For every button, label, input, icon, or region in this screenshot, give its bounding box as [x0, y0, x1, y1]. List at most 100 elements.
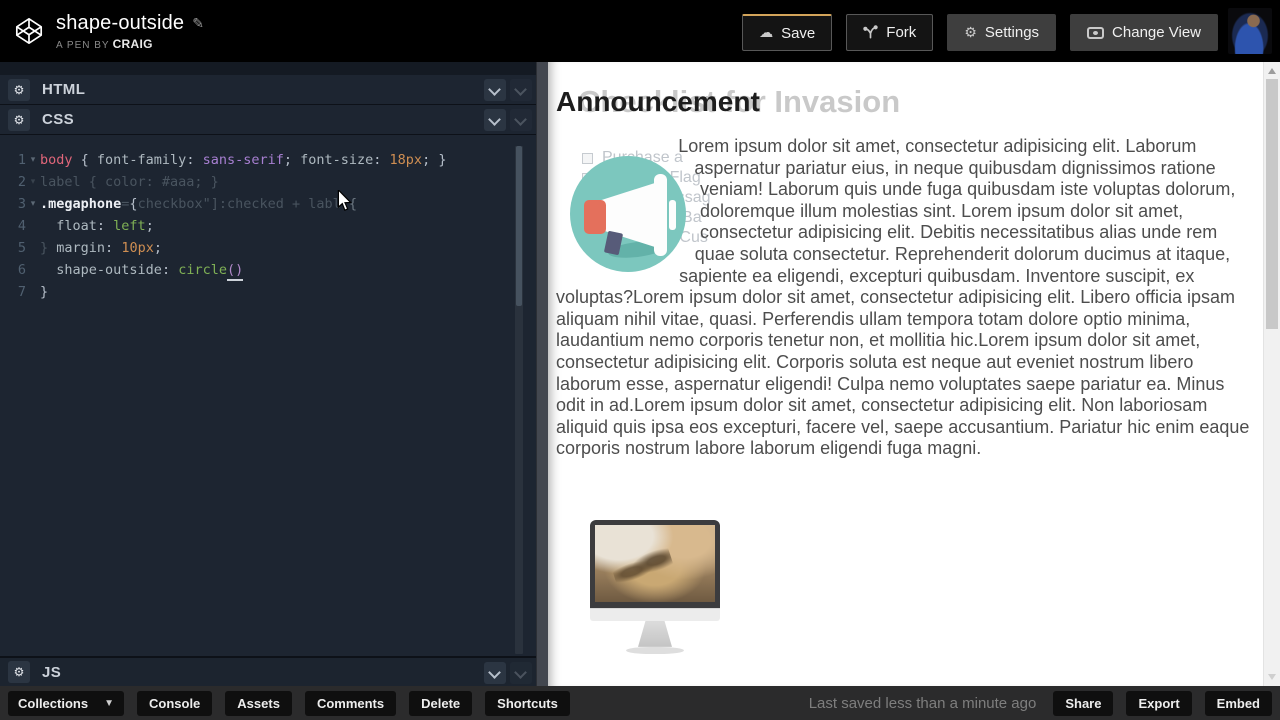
wheat-field-photo — [595, 524, 715, 602]
fold-arrow-icon[interactable]: ▾ — [26, 171, 40, 193]
preview-panel: Checklist for Invasion Announcement Purc… — [548, 62, 1280, 686]
code-token: = — [121, 196, 130, 212]
code-line[interactable]: 7} — [0, 281, 536, 303]
author-link[interactable]: Craig — [113, 37, 153, 51]
css-section-label: CSS — [42, 111, 75, 128]
last-saved-status: Last saved less than a minute ago — [808, 694, 1037, 712]
export-button[interactable]: Export — [1126, 690, 1192, 716]
fold-arrow-icon — [26, 281, 40, 303]
html-collapse-chevron-icon-faint[interactable] — [510, 79, 532, 101]
line-number: 7 — [17, 284, 26, 300]
html-collapse-chevron-icon[interactable] — [484, 79, 506, 101]
code-token: () — [226, 259, 244, 281]
editor-scrollbar-thumb[interactable] — [516, 146, 522, 306]
css-collapse-chevron-icon-faint[interactable] — [510, 109, 532, 131]
codepen-logo-icon[interactable] — [14, 16, 44, 46]
preview-heading: Announcement — [556, 86, 760, 117]
code-token: ; — [145, 218, 154, 234]
code-token: shape-outside — [56, 262, 162, 278]
html-section-label: HTML — [42, 81, 86, 98]
code-token: : — [161, 262, 179, 278]
code-token: : — [373, 152, 390, 168]
code-token: ; — [283, 152, 301, 168]
line-number: 4 — [17, 218, 26, 234]
code-token: : — [96, 218, 114, 234]
html-section-header[interactable]: ⚙ HTML — [0, 75, 536, 105]
delete-button[interactable]: Delete — [409, 690, 473, 716]
fold-arrow-icon — [26, 215, 40, 237]
change-view-button[interactable]: Change View — [1070, 14, 1218, 51]
code-token: body — [40, 152, 73, 168]
css-section-header[interactable]: ⚙ CSS — [0, 105, 536, 135]
scroll-up-arrow-icon[interactable] — [1268, 68, 1276, 74]
code-token: checkbox"]:checked + lab — [137, 196, 333, 212]
user-avatar[interactable] — [1228, 8, 1272, 54]
code-token: font-size — [300, 152, 374, 168]
fork-icon — [863, 25, 878, 40]
byline: A PEN BY Craig — [56, 36, 153, 51]
code-line[interactable]: 1 ▾ body { font-family: sans-serif; font-s… — [0, 149, 536, 171]
code-line[interactable]: 2 ▾ label { color: #aaa; } — [0, 171, 536, 193]
js-collapse-chevron-icon-faint[interactable] — [510, 662, 532, 684]
line-number: 5 — [17, 240, 26, 256]
share-button[interactable]: Share — [1053, 690, 1114, 716]
fork-button[interactable]: Fork — [846, 14, 934, 51]
code-token: 10px — [121, 240, 154, 256]
preview-scrollbar[interactable] — [1263, 62, 1280, 686]
fold-arrow-icon[interactable]: ▾ — [26, 193, 40, 215]
editor-scrollbar[interactable] — [515, 146, 523, 654]
line-number: 2 — [17, 174, 26, 190]
embed-button[interactable]: Embed — [1204, 690, 1272, 716]
code-token: ; } — [422, 152, 447, 168]
bottom-bar: Collections ▼ Console Assets Comments De… — [0, 686, 1280, 720]
panel-resize-divider[interactable] — [536, 62, 548, 686]
code-token: sans-serif — [202, 152, 284, 168]
gear-icon: ⚙ — [964, 24, 977, 41]
line-number: 3 — [17, 196, 26, 212]
code-line[interactable]: 3 ▾ .megaphone ={checkbox"]:checked + lab l … — [0, 193, 536, 215]
html-settings-gear-icon[interactable]: ⚙ — [8, 78, 30, 101]
css-code-editor[interactable]: 1 ▾ body { font-family: sans-serif; font-s… — [0, 135, 536, 656]
code-token: label { color: #aaa; } — [40, 174, 219, 190]
code-line[interactable]: 6 shape-outside: circle() — [0, 259, 536, 281]
code-token: left — [113, 218, 146, 234]
editor-panel: ⚙ HTML ⚙ CSS 1 ▾ body { font-family: sans-… — [0, 62, 536, 686]
pen-title[interactable]: shape-outside — [56, 12, 184, 35]
code-token: : — [186, 152, 203, 168]
megaphone-icon[interactable] — [570, 156, 686, 272]
line-number: 1 — [17, 152, 26, 168]
cloud-icon: ☁ — [759, 25, 774, 41]
preview-scrollbar-thumb[interactable] — [1266, 79, 1278, 329]
code-token: { — [72, 152, 97, 168]
js-section-header[interactable]: ⚙ JS — [0, 656, 536, 686]
code-token: : — [105, 240, 122, 256]
edit-title-pencil-icon[interactable]: ✎ — [192, 15, 204, 32]
assets-button[interactable]: Assets — [225, 690, 292, 716]
dropdown-caret-icon: ▼ — [104, 697, 114, 709]
js-collapse-chevron-icon[interactable] — [484, 662, 506, 684]
imac-image — [590, 519, 720, 654]
js-section-label: JS — [42, 663, 62, 681]
js-settings-gear-icon[interactable]: ⚙ — [8, 661, 30, 683]
collections-dropdown[interactable]: Collections ▼ — [8, 690, 124, 716]
fold-arrow-icon[interactable]: ▾ — [26, 149, 40, 171]
code-token: .megaphone — [40, 196, 122, 212]
code-token: { — [129, 196, 138, 212]
console-button[interactable]: Console — [137, 690, 213, 716]
view-icon — [1087, 26, 1105, 39]
shortcuts-button[interactable]: Shortcuts — [485, 690, 570, 716]
code-token: } — [40, 240, 57, 256]
code-token: margin — [56, 240, 106, 256]
top-header: shape-outside ✎ A PEN BY Craig ☁ Save For… — [0, 0, 1280, 62]
mouse-cursor-icon — [336, 190, 353, 212]
scroll-down-arrow-icon[interactable] — [1268, 674, 1276, 680]
code-line[interactable]: 5} margin: 10px; — [0, 237, 536, 259]
comments-button[interactable]: Comments — [304, 690, 397, 716]
css-settings-gear-icon[interactable]: ⚙ — [8, 108, 30, 131]
save-button[interactable]: ☁ Save — [742, 14, 833, 51]
settings-button[interactable]: ⚙ Settings — [947, 14, 1057, 51]
css-collapse-chevron-icon[interactable] — [484, 109, 506, 131]
code-line[interactable]: 4 float: left; — [0, 215, 536, 237]
line-number: 6 — [17, 262, 26, 278]
